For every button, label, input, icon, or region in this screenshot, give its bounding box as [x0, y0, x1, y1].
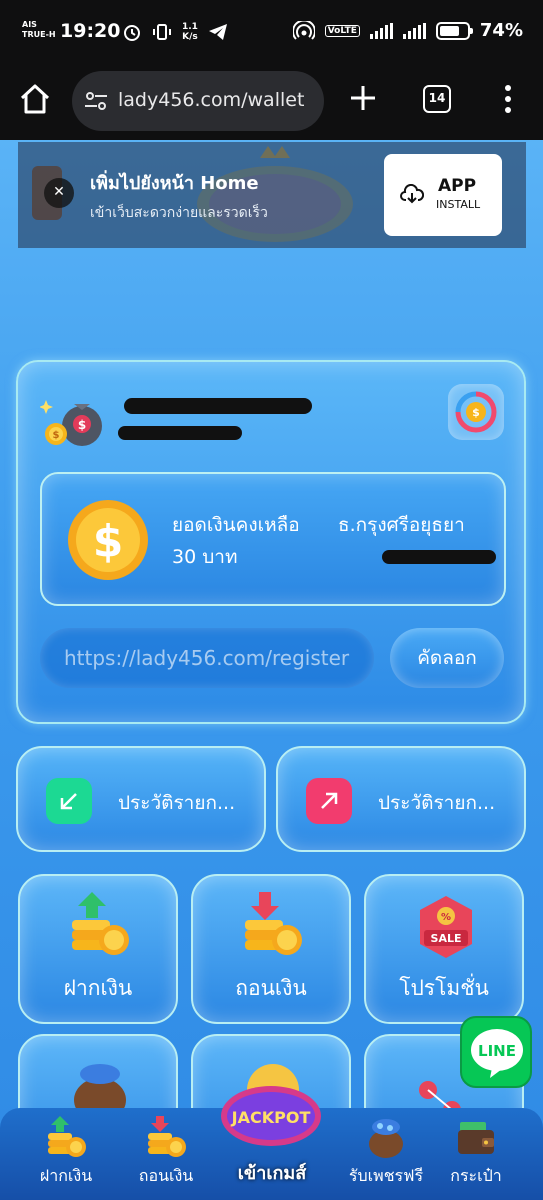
svg-text:$: $ — [93, 516, 124, 567]
hotspot-icon — [292, 20, 315, 40]
speed-value: 1.1 — [182, 22, 198, 32]
bottom-navigation: ฝากเงิน ถอนเงิน JACKPOT เข้าเกมส์ รับเพช… — [0, 1074, 543, 1200]
install-button-label: APP — [438, 176, 477, 196]
copy-button[interactable]: คัดลอก — [390, 628, 504, 688]
signal-2-icon — [402, 22, 426, 39]
nav-withdraw[interactable]: ถอนเงิน — [116, 1108, 216, 1200]
jackpot-icon[interactable]: JACKPOT — [218, 1072, 324, 1148]
new-tab-icon[interactable] — [348, 83, 378, 113]
withdraw-history-button[interactable]: ประวัติรายก... — [276, 746, 526, 852]
volte-badge: VoLTE — [324, 24, 360, 37]
redacted-bank-account — [382, 550, 496, 564]
nav-withdraw-label: ถอนเงิน — [138, 1166, 194, 1185]
promotion-menu-button[interactable]: SALE % โปรโมชั่น — [364, 874, 524, 1024]
banner-title: เพิ่มไปยังหน้า Home — [90, 173, 259, 194]
nav-wallet[interactable]: กระเป๋า — [426, 1108, 526, 1200]
promotion-menu-label: โปรโมชั่น — [399, 976, 489, 1000]
carrier-name-1: AIS — [22, 20, 37, 29]
nav-deposit[interactable]: ฝากเงิน — [16, 1108, 116, 1200]
nav-wallet-label: กระเป๋า — [450, 1166, 502, 1185]
withdraw-menu-button[interactable]: ถอนเงิน — [191, 874, 351, 1024]
svg-text:$: $ — [472, 406, 480, 419]
more-menu-icon[interactable] — [500, 84, 516, 114]
signal-1-icon — [369, 22, 393, 39]
wallet-icon — [458, 1122, 494, 1154]
deposit-history-label: ประวัติรายก... — [118, 792, 236, 814]
refresh-coin-icon: $ — [455, 391, 497, 433]
wallet-card: $ $ $ $ ยอดเงินคงเหลือ 30 บาท ธ.กรุงศรีอ… — [16, 360, 526, 724]
battery-percent: 74% — [479, 20, 523, 41]
withdraw-coins-icon — [245, 892, 302, 955]
redacted-username — [124, 398, 312, 414]
line-label: LINE — [478, 1042, 516, 1060]
dollar-coin-icon: $ — [68, 500, 148, 580]
carrier-label: AIS TRUE-H — [22, 20, 56, 40]
cloud-download-icon — [400, 184, 424, 204]
deposit-menu-label: ฝากเงิน — [63, 976, 133, 1000]
carrier-name-2: TRUE-H — [22, 30, 56, 39]
deposit-coins-icon — [72, 892, 129, 955]
status-icons-left: 1.1 K/s — [122, 22, 228, 42]
url-text[interactable]: lady456.com/wallet — [118, 89, 304, 111]
app-install-button[interactable]: APP INSTALL — [384, 154, 502, 236]
browser-toolbar: lady456.com/wallet 14 — [0, 62, 543, 140]
nav-enter-game-label: เข้าเกมส์ — [237, 1163, 307, 1184]
url-bar[interactable]: lady456.com/wallet — [72, 71, 324, 131]
jackpot-text: JACKPOT — [231, 1108, 311, 1127]
money-bag-icon: $ $ — [40, 400, 102, 446]
redacted-account-id — [118, 426, 242, 440]
network-speed: 1.1 K/s — [182, 22, 198, 42]
wallet-page: ✕ เพิ่มไปยังหน้า Home เข้าเว็บสะดวกง่ายแ… — [0, 140, 543, 1200]
balance-value: 30 บาท — [172, 546, 238, 568]
line-icon: LINE — [471, 1029, 523, 1078]
arrow-down-left-icon — [46, 778, 92, 824]
svg-text:SALE: SALE — [431, 932, 462, 945]
tab-switcher-button[interactable]: 14 — [423, 85, 451, 113]
nav-deposit-label: ฝากเงิน — [39, 1166, 93, 1185]
status-icons-right: VoLTE 74% — [292, 20, 523, 41]
nav-free-gems[interactable]: รับเพชรฟรี — [336, 1108, 436, 1200]
status-bar: AIS TRUE-H 19:20 1.1 K/s VoLTE 74% — [0, 0, 543, 62]
svg-text:$: $ — [53, 430, 60, 441]
deposit-history-button[interactable]: ประวัติรายก... — [16, 746, 266, 852]
sale-tag-icon: SALE % — [420, 896, 472, 958]
balance-panel: $ ยอดเงินคงเหลือ 30 บาท ธ.กรุงศรีอยุธยา — [40, 472, 506, 606]
alarm-icon — [124, 25, 140, 41]
speed-unit: K/s — [182, 32, 198, 42]
clock: 19:20 — [60, 20, 121, 42]
balance-label: ยอดเงินคงเหลือ — [172, 514, 300, 536]
line-chat-button[interactable]: LINE — [460, 1016, 532, 1088]
install-app-banner: ✕ เพิ่มไปยังหน้า Home เข้าเว็บสะดวกง่ายแ… — [18, 142, 526, 248]
site-settings-icon[interactable] — [84, 91, 108, 111]
install-button-sublabel: INSTALL — [436, 198, 481, 211]
referral-link-field[interactable]: https://lady456.com/register — [40, 628, 374, 688]
bank-name: ธ.กรุงศรีอยุธยา — [338, 514, 465, 536]
withdraw-history-label: ประวัติรายก... — [378, 792, 496, 814]
telegram-icon — [208, 24, 227, 40]
svg-text:%: % — [441, 912, 451, 923]
withdraw-coins-icon — [148, 1116, 186, 1157]
battery-fill — [439, 25, 460, 36]
deposit-menu-button[interactable]: ฝากเงิน — [18, 874, 178, 1024]
deposit-coins-icon — [48, 1116, 86, 1157]
arrow-up-right-icon — [306, 778, 352, 824]
battery-icon — [435, 21, 473, 40]
close-icon[interactable]: ✕ — [44, 178, 74, 208]
nav-free-gems-label: รับเพชรฟรี — [348, 1166, 424, 1185]
withdraw-menu-label: ถอนเงิน — [235, 976, 307, 1000]
home-icon[interactable] — [18, 82, 52, 116]
svg-text:$: $ — [78, 418, 86, 432]
gem-bag-icon — [369, 1119, 403, 1158]
refresh-balance-button[interactable]: $ — [448, 384, 504, 440]
vibrate-icon — [153, 24, 171, 40]
banner-subtitle: เข้าเว็บสะดวกง่ายและรวดเร็ว — [90, 205, 268, 221]
